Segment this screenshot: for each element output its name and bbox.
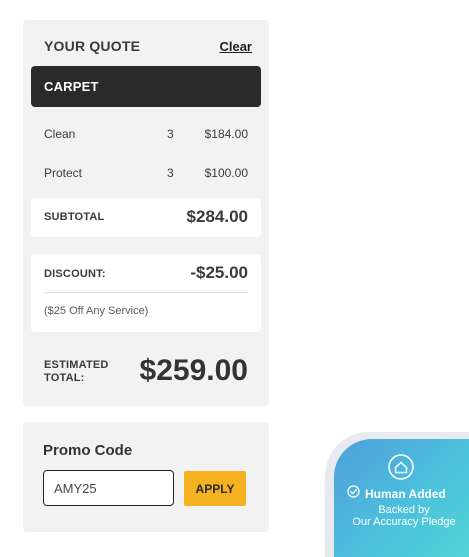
line-item-price: $184.00 bbox=[204, 127, 248, 141]
discount-value: -$25.00 bbox=[190, 263, 248, 282]
line-item-name: Protect bbox=[44, 166, 83, 180]
check-circle-icon bbox=[347, 485, 360, 503]
subtotal-row: SUBTOTAL $284.00 bbox=[31, 198, 261, 237]
badge-title-row: Human Added bbox=[347, 485, 446, 503]
discount-note: ($25 Off Any Service) bbox=[44, 305, 149, 317]
divider bbox=[44, 292, 248, 293]
home-icon bbox=[387, 453, 415, 486]
badge-subtitle-line2: Our Accuracy Pledge bbox=[352, 516, 456, 528]
line-item: Protect 3 $100.00 bbox=[44, 166, 248, 184]
discount-row: DISCOUNT: -$25.00 ($25 Off Any Service) bbox=[31, 254, 261, 332]
total-label-line2: TOTAL: bbox=[44, 372, 85, 384]
subtotal-value: $284.00 bbox=[186, 207, 248, 226]
service-header: CARPET bbox=[31, 66, 261, 107]
quote-title: YOUR QUOTE bbox=[44, 38, 141, 54]
total-label-line1: ESTIMATED bbox=[44, 359, 109, 371]
total-label: ESTIMATED TOTAL: bbox=[44, 359, 124, 385]
promo-title: Promo Code bbox=[43, 442, 133, 459]
line-item-price: $100.00 bbox=[204, 166, 248, 180]
line-item-quantity: 3 bbox=[167, 127, 174, 141]
badge-subtitle-line1: Backed by bbox=[378, 504, 430, 516]
clear-link[interactable]: Clear bbox=[219, 39, 252, 54]
discount-label: DISCOUNT: bbox=[44, 268, 106, 280]
badge-title: Human Added bbox=[365, 487, 446, 501]
line-item: Clean 3 $184.00 bbox=[44, 127, 248, 145]
human-added-badge[interactable]: Human Added Backed by Our Accuracy Pledg… bbox=[334, 439, 469, 557]
total-value: $259.00 bbox=[139, 354, 248, 387]
service-name: CARPET bbox=[44, 79, 99, 94]
line-item-name: Clean bbox=[44, 127, 76, 141]
subtotal-label: SUBTOTAL bbox=[44, 211, 105, 223]
promo-code-input[interactable] bbox=[43, 470, 174, 506]
quote-card: YOUR QUOTE Clear CARPET Clean 3 $184.00 … bbox=[23, 20, 269, 406]
badge-frame: Human Added Backed by Our Accuracy Pledg… bbox=[325, 432, 469, 557]
quote-header: YOUR QUOTE Clear bbox=[44, 38, 252, 54]
promo-card: Promo Code APPLY bbox=[23, 422, 269, 532]
apply-button[interactable]: APPLY bbox=[184, 471, 246, 506]
line-item-quantity: 3 bbox=[167, 166, 174, 180]
